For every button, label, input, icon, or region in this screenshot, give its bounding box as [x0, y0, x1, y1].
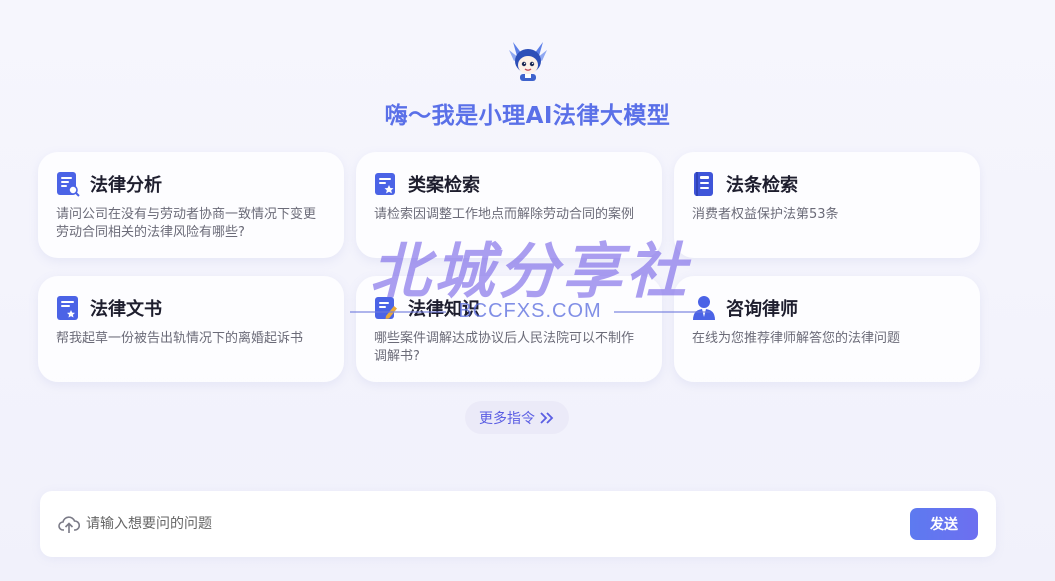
statute-search-icon: [694, 172, 713, 196]
prompt-card-legal-analysis[interactable]: 法律分析 请问公司在没有与劳动者协商一致情况下变更劳动合同相关的法律风险有哪些?: [38, 152, 344, 258]
cloud-upload-icon[interactable]: [58, 513, 80, 535]
case-search-icon: [375, 173, 395, 195]
card-header: 类案检索: [374, 170, 644, 198]
question-input-bar: 发送: [40, 491, 996, 557]
more-commands-button[interactable]: 更多指令: [465, 401, 569, 434]
legal-analysis-icon: [57, 172, 80, 197]
prompt-card-consult-lawyer[interactable]: 咨询律师 在线为您推荐律师解答您的法律问题: [674, 276, 980, 382]
card-title: 法律分析: [90, 175, 162, 196]
card-header: 法条检索: [692, 170, 962, 198]
card-title: 咨询律师: [726, 299, 798, 320]
card-header: 法律分析: [56, 170, 326, 198]
card-description: 请问公司在没有与劳动者协商一致情况下变更劳动合同相关的法律风险有哪些?: [56, 207, 317, 240]
prompt-card-legal-document[interactable]: 法律文书 帮我起草一份被告出轨情况下的离婚起诉书: [38, 276, 344, 382]
card-title: 类案检索: [408, 175, 480, 196]
prompt-card-legal-knowledge[interactable]: 法律知识 哪些案件调解达成协议后人民法院可以不制作调解书?: [356, 276, 662, 382]
legal-document-icon: [57, 296, 78, 320]
prompt-card-statute-search[interactable]: 法条检索 消费者权益保护法第53条: [674, 152, 980, 258]
card-header: 法律知识: [374, 294, 644, 322]
card-description: 哪些案件调解达成协议后人民法院可以不制作调解书?: [374, 331, 635, 364]
mascot-logo-icon: [508, 42, 547, 81]
card-description: 请检索因调整工作地点而解除劳动合同的案例: [374, 207, 635, 222]
card-title: 法律文书: [90, 299, 162, 320]
card-header: 法律文书: [56, 294, 326, 322]
send-button[interactable]: 发送: [910, 508, 978, 540]
question-input[interactable]: [86, 516, 910, 532]
header: 嗨～我是小理AI法律大模型: [0, 38, 1055, 130]
card-description: 在线为您推荐律师解答您的法律问题: [692, 331, 901, 346]
card-header: 咨询律师: [692, 294, 962, 322]
prompt-card-grid: 法律分析 请问公司在没有与劳动者协商一致情况下变更劳动合同相关的法律风险有哪些?…: [38, 152, 980, 382]
greeting-title: 嗨～我是小理AI法律大模型: [384, 103, 671, 129]
legal-knowledge-icon: [375, 297, 397, 319]
card-description: 帮我起草一份被告出轨情况下的离婚起诉书: [56, 331, 304, 346]
consult-lawyer-icon: [693, 296, 715, 320]
card-title: 法条检索: [726, 175, 798, 196]
card-title: 法律知识: [408, 299, 480, 320]
double-chevron-right-icon: [540, 411, 554, 424]
prompt-card-case-search[interactable]: 类案检索 请检索因调整工作地点而解除劳动合同的案例: [356, 152, 662, 258]
card-description: 消费者权益保护法第53条: [692, 207, 839, 222]
more-commands-label: 更多指令: [479, 410, 535, 427]
